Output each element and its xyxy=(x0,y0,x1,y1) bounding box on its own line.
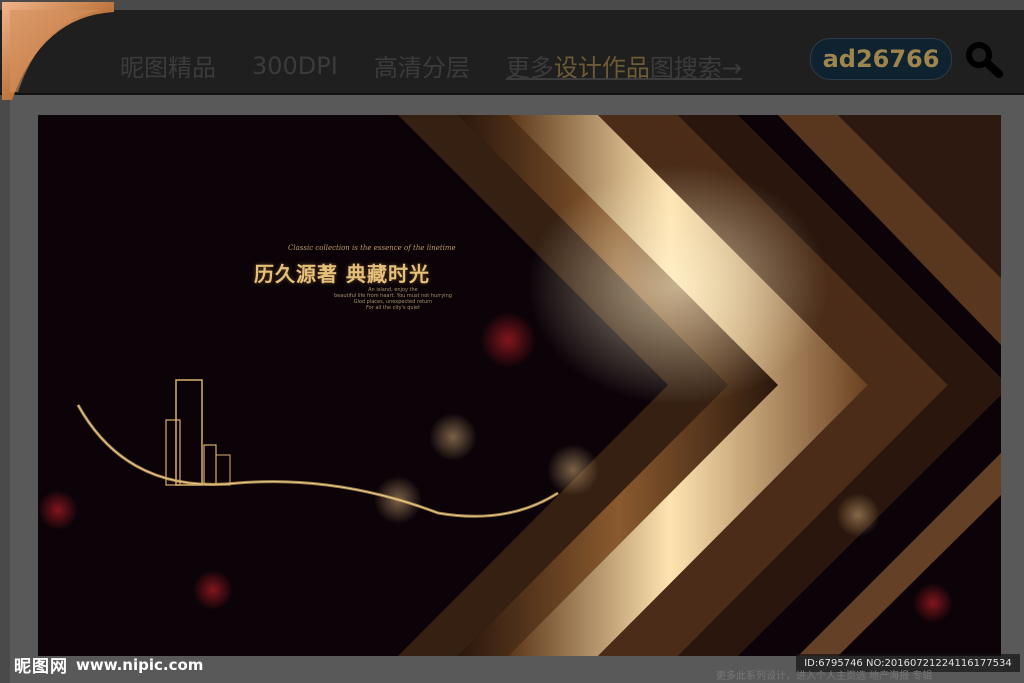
poster-image: Classic collection is the essence of the… xyxy=(38,115,1001,656)
site-watermark: 昵图网 www.nipic.com xyxy=(14,652,204,678)
search-icon[interactable] xyxy=(962,38,1006,78)
site-url: www.nipic.com xyxy=(76,655,204,674)
more-suffix: 图搜索→ xyxy=(649,54,742,82)
poster-tagline: Classic collection is the essence of the… xyxy=(288,244,456,252)
subtext-line: For all the city's quiet xyxy=(365,305,420,311)
footer-note: 更多此系列设计，进入个人主页选 地产海报 专辑 xyxy=(716,671,933,682)
poster-title: 历久源著 典藏时光 xyxy=(254,262,430,286)
nav-item-layered[interactable]: 高清分层 xyxy=(374,48,470,83)
poster-subtext: An island, enjoy the beautiful life from… xyxy=(334,287,452,311)
nav-item-dpi[interactable]: 300DPI xyxy=(252,52,338,80)
nav-links: 昵图精品 300DPI 高清分层 更多设计作品图搜索→ xyxy=(120,48,742,83)
more-designs-link[interactable]: 更多设计作品图搜索→ xyxy=(506,48,742,83)
corner-ornament-icon xyxy=(2,2,114,100)
more-highlight: 设计作品 xyxy=(553,54,650,82)
top-toolbar: 昵图精品 300DPI 高清分层 更多设计作品图搜索→ ad26766 xyxy=(0,10,1024,95)
design-id-badge[interactable]: ad26766 xyxy=(810,38,952,80)
site-name: 昵图网 xyxy=(14,657,68,677)
more-prefix: 更多 xyxy=(505,54,554,82)
nav-item-premium[interactable]: 昵图精品 xyxy=(120,48,216,83)
poster-art xyxy=(38,115,1001,656)
